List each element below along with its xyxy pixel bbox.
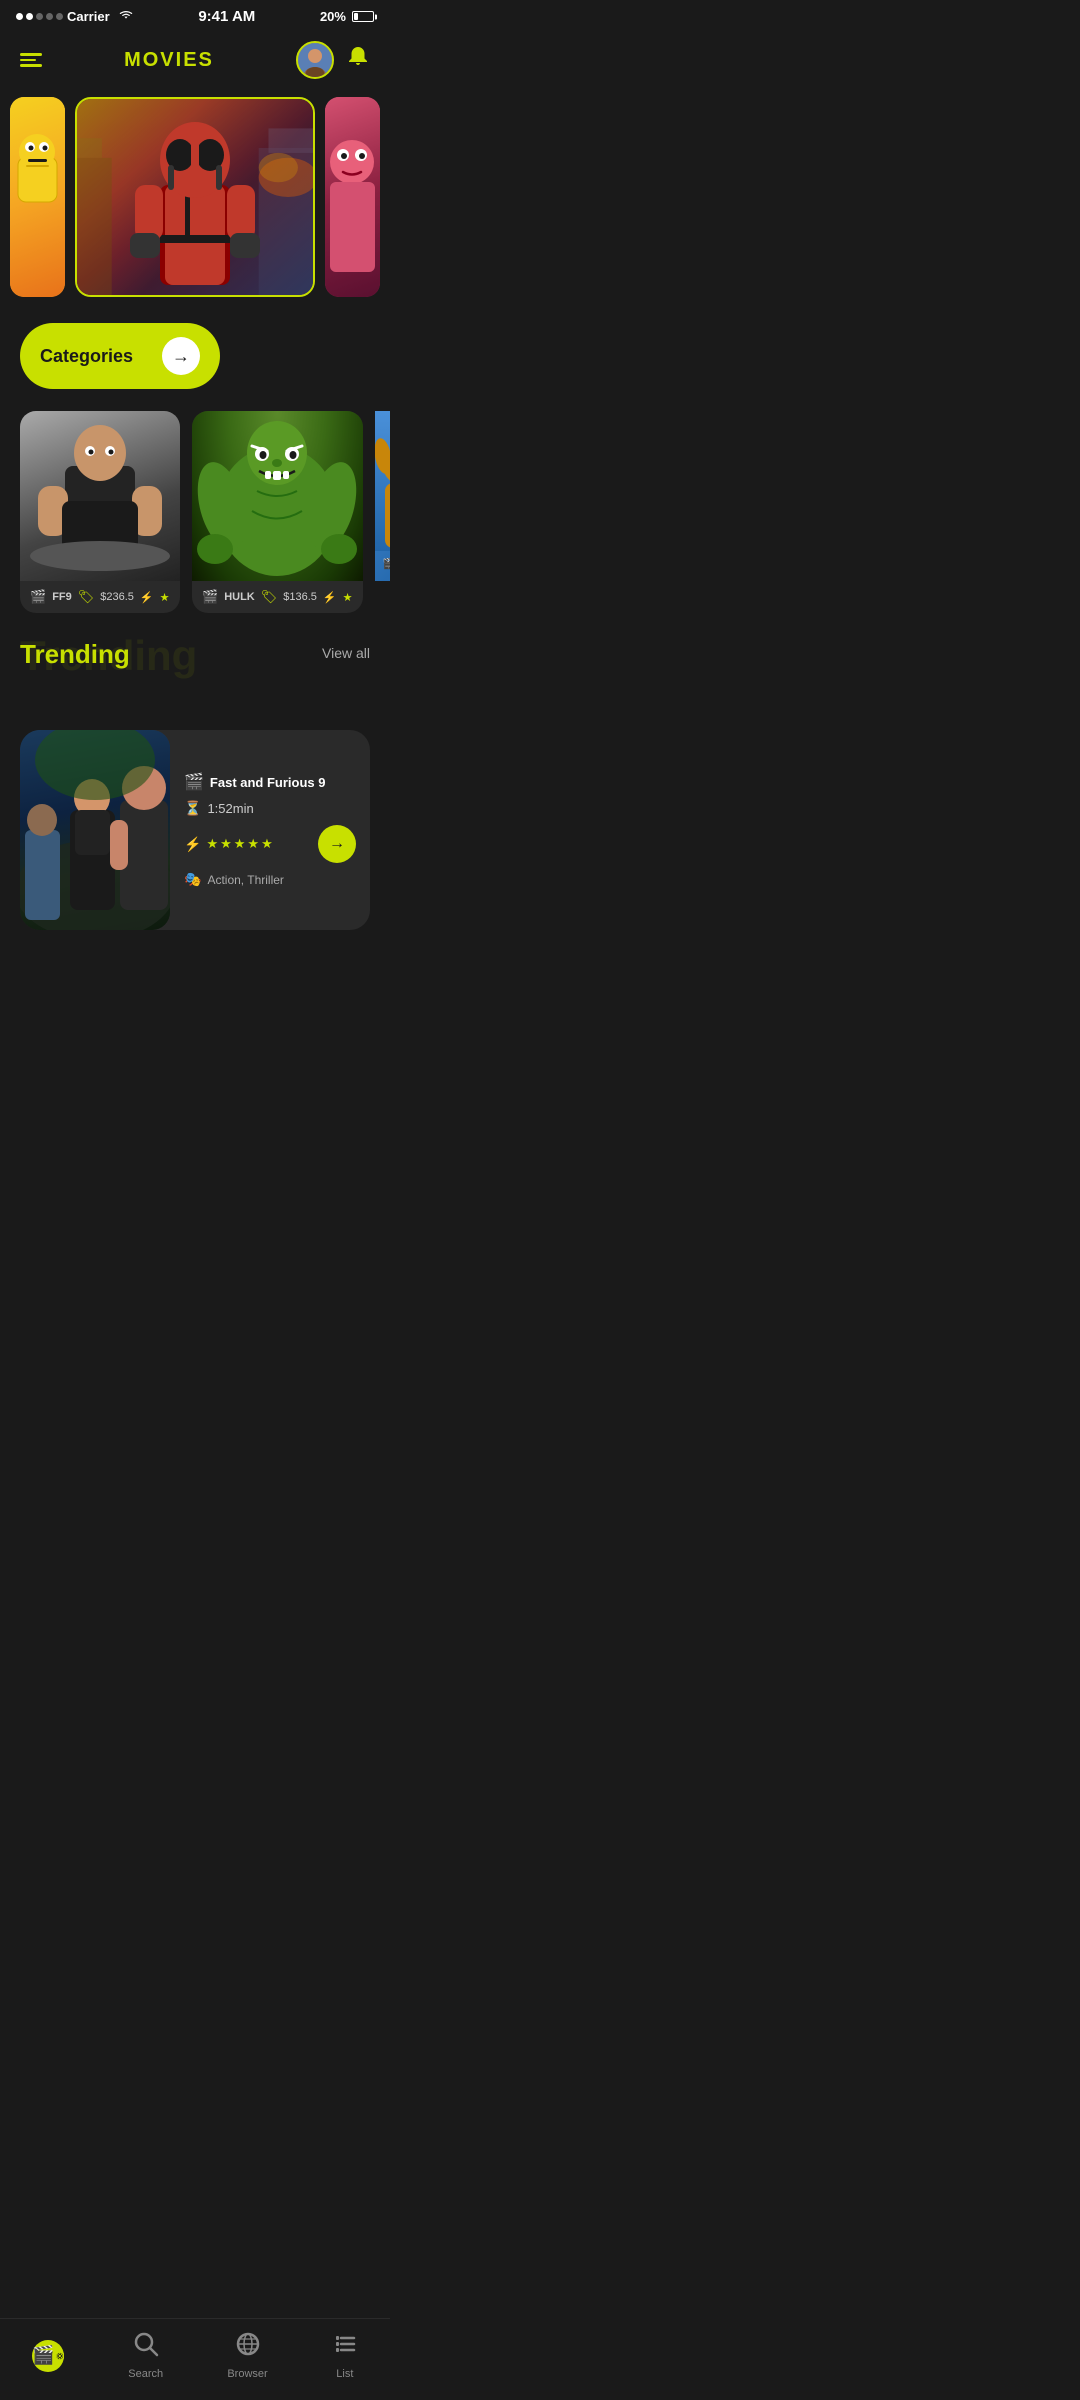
trending-genre: 🎭 Action, Thriller	[184, 871, 356, 888]
view-all-button[interactable]: View all	[322, 639, 370, 661]
trending-movie-title: 🎬 Fast and Furious 9	[184, 772, 356, 792]
trending-duration: ⏳ 1:52min	[184, 800, 356, 817]
signal-dot-2	[26, 13, 33, 20]
signal-dot-5	[56, 13, 63, 20]
categories-button[interactable]: Categories →	[20, 323, 220, 389]
movie-card-info-ff9: 🎬 FF9 🏷 $236.5 ⚡ ★	[20, 581, 180, 613]
carousel-card-right[interactable]	[325, 97, 380, 297]
trending-rating-row: ⚡ ★ ★ ★ ★ ★ →	[184, 825, 356, 863]
bottom-navigation: Search Browser List	[0, 2318, 390, 2400]
signal-dot-4	[46, 13, 53, 20]
trending-info: 🎬 Fast and Furious 9 ⏳ 1:52min ⚡ ★ ★ ★ ★…	[170, 730, 370, 930]
section-title-wrap: Trending Trending	[20, 639, 130, 670]
movie-clapper-icon: 🎬	[184, 772, 204, 792]
status-bar: Carrier 9:41 AM 20%	[0, 0, 390, 29]
movie-title-code: FF9	[52, 591, 72, 603]
avatar[interactable]	[296, 41, 334, 79]
filter-line-2	[20, 59, 36, 62]
list-icon	[332, 2331, 358, 2364]
star-rating-icon: ⚡	[184, 836, 201, 853]
signal-dots	[16, 13, 63, 20]
battery-bar	[352, 11, 374, 22]
status-right: 20%	[320, 9, 374, 24]
genre-icon: 🎭	[184, 871, 201, 888]
carousel-track	[0, 97, 390, 297]
movie-card-hulk[interactable]: 🎬 HULK 🏷 $136.5 ⚡ ★	[192, 411, 363, 613]
nav-item-list[interactable]: List	[332, 2331, 358, 2380]
movie-cards-row: 🎬 FF9 🏷 $236.5 ⚡ ★	[0, 399, 390, 625]
movie-price: $236.5	[100, 591, 134, 603]
rating-row: ⚡ ★ ★ ★ ★ ★	[184, 836, 273, 853]
nav-item-home[interactable]	[32, 2340, 64, 2372]
filter-line-3	[20, 64, 42, 67]
search-icon	[133, 2331, 159, 2364]
copy-icon: ⚡	[140, 591, 154, 604]
movie-card-partial[interactable]: 🎬 S	[375, 411, 391, 581]
trending-title: Trending	[20, 639, 130, 670]
battery-fill	[354, 13, 358, 20]
movie-poster-ff9	[20, 411, 180, 581]
filter-line-1	[20, 53, 42, 56]
filter-button[interactable]	[20, 53, 42, 67]
header: MOVIES	[0, 29, 390, 87]
hulk-price: $136.5	[283, 591, 317, 603]
header-actions	[296, 41, 370, 79]
film-reel-icon	[32, 2340, 64, 2372]
price-tag-icon: 🏷	[78, 589, 95, 605]
carousel-card-main[interactable]	[75, 97, 315, 297]
star-1: ★	[206, 836, 218, 852]
movie-card-info-hulk: 🎬 HULK 🏷 $136.5 ⚡ ★	[192, 581, 363, 613]
movie-icon: 🎬	[30, 589, 46, 605]
nav-label-list: List	[336, 2368, 353, 2380]
nav-item-search[interactable]: Search	[128, 2331, 163, 2380]
movie-poster-hulk	[192, 411, 363, 581]
star-4: ★	[247, 836, 259, 852]
carrier-label: Carrier	[67, 9, 110, 24]
nav-item-browser[interactable]: Browser	[227, 2331, 267, 2380]
wifi-icon	[118, 9, 134, 24]
movie-icon-hulk: 🎬	[202, 589, 218, 605]
signal-dot-1	[16, 13, 23, 20]
page-title: MOVIES	[124, 49, 214, 72]
star-5: ★	[261, 836, 273, 852]
movie-card-ff9[interactable]: 🎬 FF9 🏷 $236.5 ⚡ ★	[20, 411, 180, 613]
copy-icon-hulk: ⚡	[323, 591, 337, 604]
trending-card[interactable]: 🎬 Fast and Furious 9 ⏳ 1:52min ⚡ ★ ★ ★ ★…	[20, 730, 370, 930]
go-button[interactable]: →	[318, 825, 356, 863]
trending-poster	[20, 730, 170, 930]
globe-icon	[235, 2331, 261, 2364]
status-time: 9:41 AM	[198, 8, 255, 25]
hourglass-icon: ⏳	[184, 800, 201, 817]
hulk-title-code: HULK	[224, 591, 255, 603]
status-left: Carrier	[16, 9, 134, 24]
star-icon-hulk: ★	[343, 591, 353, 604]
star-rating: ★ ★ ★ ★ ★	[206, 836, 272, 852]
star-icon: ★	[160, 591, 170, 604]
nav-label-browser: Browser	[227, 2368, 267, 2380]
star-3: ★	[234, 836, 246, 852]
signal-dot-3	[36, 13, 43, 20]
star-2: ★	[220, 836, 232, 852]
trending-section-header: Trending Trending View all	[0, 625, 390, 670]
carousel-card-left[interactable]	[10, 97, 65, 297]
categories-arrow-icon: →	[162, 337, 200, 375]
avatar-image	[298, 43, 332, 77]
movie-icon-scooby: 🎬	[383, 557, 391, 570]
hero-carousel	[0, 87, 390, 307]
battery-percent: 20%	[320, 9, 346, 24]
price-tag-icon-hulk: 🏷	[261, 589, 278, 605]
nav-label-search: Search	[128, 2368, 163, 2380]
notification-bell-icon[interactable]	[346, 45, 370, 75]
categories-label: Categories	[40, 346, 133, 367]
